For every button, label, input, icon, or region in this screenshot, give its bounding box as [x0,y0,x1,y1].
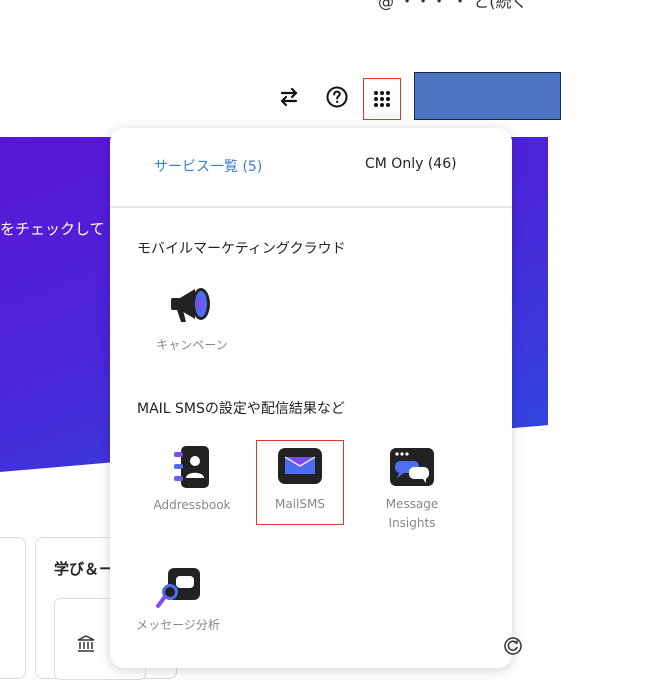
mail-icon [278,448,322,484]
left-card[interactable] [0,537,26,679]
swap-arrows-icon[interactable] [272,80,306,114]
app-mailsms[interactable]: MailSMS [255,447,345,514]
account-menu[interactable] [414,72,561,120]
help-circle-icon[interactable] [320,80,354,114]
app-addressbook[interactable]: Addressbook [147,444,237,515]
tab-service-list[interactable]: サービス一覧 (5) [154,156,262,176]
app-campaign-label: キャンペーン [156,338,228,352]
megaphone-icon [171,288,210,322]
app-mailsms-label: MailSMS [275,497,325,511]
tab-divider [110,206,512,208]
message-analysis-icon [156,568,200,608]
addressbook-icon [174,446,209,488]
tab-cm-only[interactable]: CM Only (46) [365,156,457,172]
refresh-icon[interactable] [503,636,523,656]
app-addressbook-label: Addressbook [153,498,231,512]
section-title-mobile-marketing: モバイルマーケティングクラウド [137,241,346,257]
top-partial-text: @ ・・・ ・ と(続く [378,0,528,11]
app-message-insights-label: Message Insights [385,497,439,530]
message-insights-icon [390,448,434,486]
hero-text: をチェックして [0,220,105,238]
section-title-mail-sms: MAIL SMSの設定や配信結果など [137,401,345,417]
learning-card-title: 学び＆ー [54,560,115,578]
apps-grid-icon[interactable] [363,78,401,120]
bank-icon [76,634,96,659]
app-message-insights[interactable]: Message Insights [367,447,457,533]
app-message-analysis[interactable]: メッセージ分析 [133,566,223,635]
app-campaign[interactable]: キャンペーン [147,284,237,355]
app-message-analysis-label: メッセージ分析 [136,618,220,632]
